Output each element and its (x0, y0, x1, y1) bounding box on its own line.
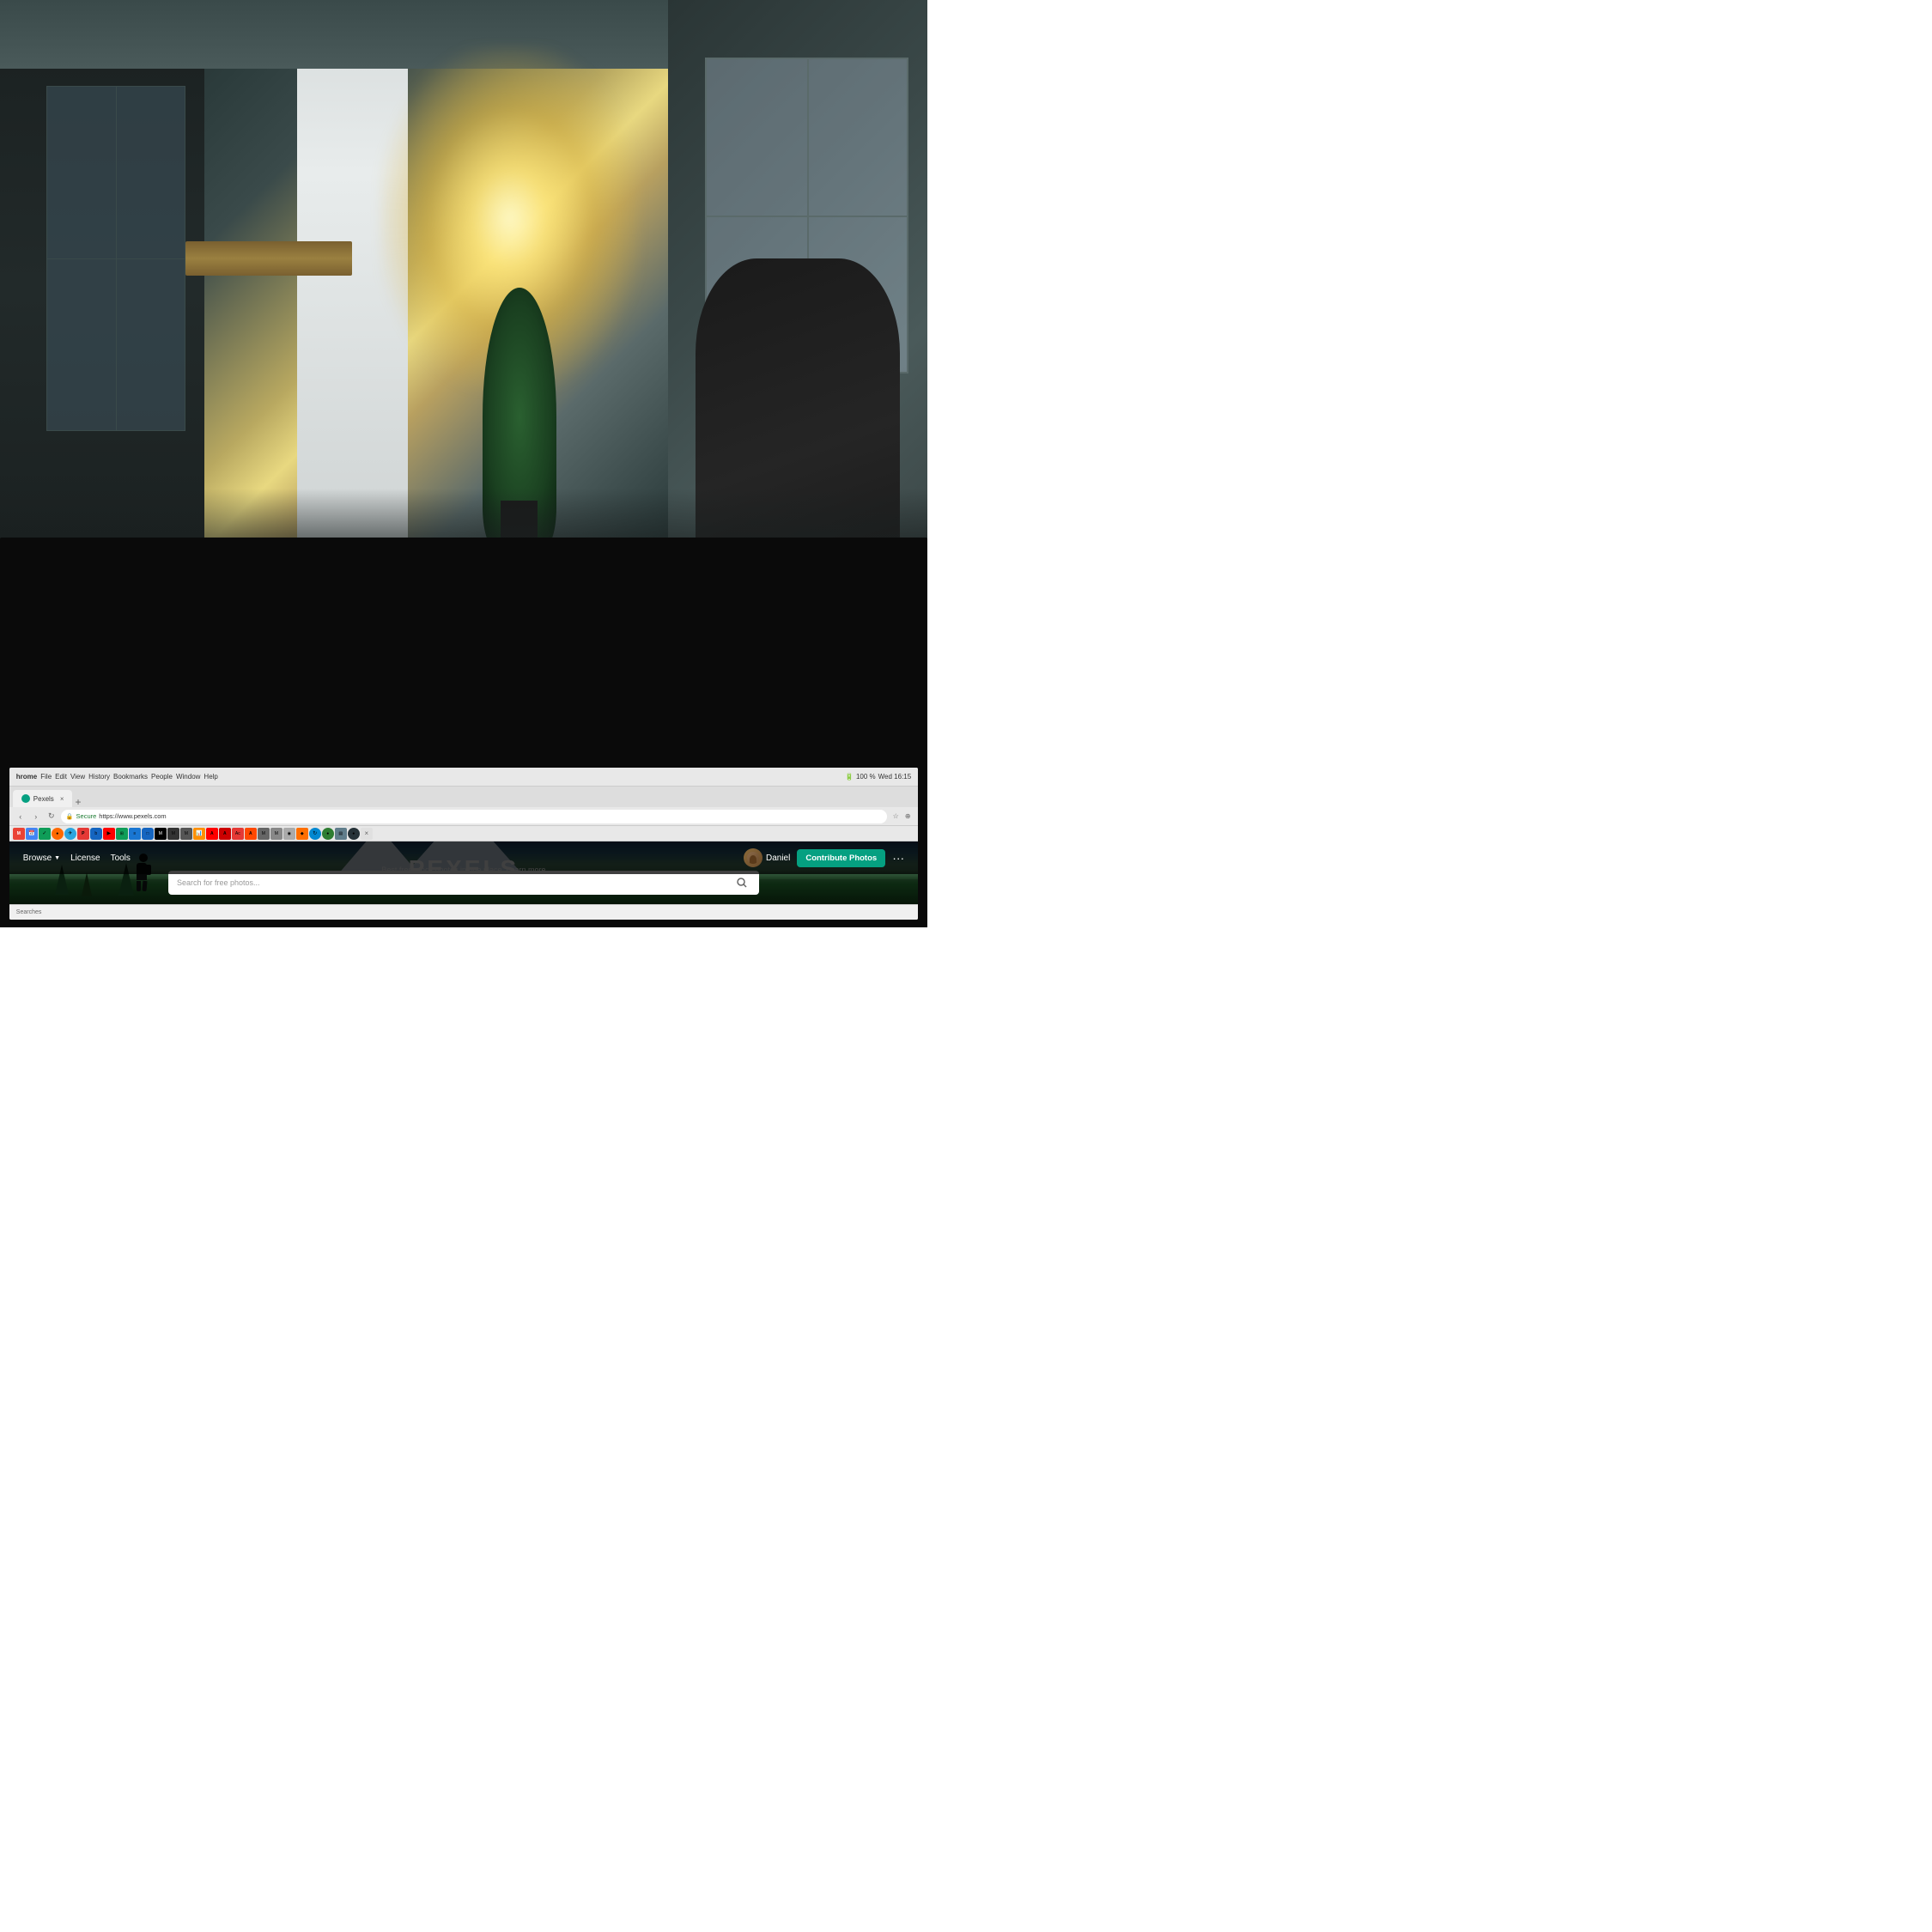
tag-more[interactable]: more → (538, 879, 571, 889)
tag-phone[interactable]: phone (489, 880, 508, 888)
ext-gray2[interactable]: ▤ (335, 828, 347, 840)
ext-close[interactable]: × (361, 828, 373, 840)
os-status-bar: 🔋 100 % Wed 16:15 (845, 773, 911, 781)
background-photo (0, 0, 927, 575)
tag-blur[interactable]: blur (381, 880, 392, 888)
address-input[interactable]: 🔒 Secure https://www.pexels.com (61, 810, 887, 823)
clock: Wed 16:15 (878, 773, 912, 781)
tag-vintage[interactable]: vintage (429, 880, 452, 888)
ext-dark[interactable]: ● (348, 828, 360, 840)
ext-blue-dash[interactable]: ≡ (129, 828, 141, 840)
contribute-photos-button[interactable]: Contribute Photos (797, 849, 885, 867)
pexels-nav-right: Daniel Contribute Photos ··· (744, 848, 904, 867)
tab-close-icon[interactable]: × (60, 795, 64, 803)
menu-people[interactable]: People (151, 773, 173, 781)
menu-window[interactable]: Window (176, 773, 200, 781)
ext-adobe[interactable]: A (206, 828, 218, 840)
menu-bookmarks[interactable]: Bookmarks (113, 773, 148, 781)
browse-button[interactable]: Browse ▼ (23, 854, 60, 863)
url-display: https://www.pexels.com (99, 812, 166, 820)
ext-m3[interactable]: M (180, 828, 192, 840)
ext-pdf[interactable]: P (77, 828, 89, 840)
address-right-icons: ☆ ⊕ (890, 811, 913, 822)
browser-toolbar: M 📅 ✓ ● ✈ P b ▶ ⊞ ≡ □ M M M 📊 A A Ac A M… (9, 826, 918, 841)
bookmark-icon[interactable]: ☆ (890, 811, 901, 822)
tab-bar: Pexels × + (9, 787, 918, 807)
menu-file[interactable]: File (40, 773, 52, 781)
search-button[interactable] (733, 874, 750, 891)
user-profile[interactable]: Daniel (744, 848, 790, 867)
ext-m5[interactable]: M (270, 828, 283, 840)
ext-blue2[interactable]: □ (142, 828, 154, 840)
os-menu-bar: hrome File Edit View History Bookmarks P… (9, 768, 918, 787)
ext-refresh-circle[interactable]: ↻ (309, 828, 321, 840)
monitor-bezel: hrome File Edit View History Bookmarks P… (0, 538, 927, 927)
more-options-button[interactable]: ··· (892, 851, 904, 865)
browse-chevron-icon: ▼ (54, 855, 60, 861)
browser-status-bar: Searches (9, 904, 918, 920)
ext-orange[interactable]: ◆ (296, 828, 308, 840)
search-tags: house blur training vintage meeting phon… (355, 879, 571, 889)
menu-history[interactable]: History (88, 773, 110, 781)
tag-training[interactable]: training (399, 880, 422, 888)
pexels-nav-left: Browse ▼ License Tools (23, 854, 131, 863)
ext-acrobat[interactable]: A (245, 828, 257, 840)
ext-medium4[interactable]: M (258, 828, 270, 840)
ext-green2[interactable]: ● (322, 828, 334, 840)
user-name: Daniel (766, 854, 790, 863)
ext-red-a[interactable]: A (219, 828, 231, 840)
extensions-icon[interactable]: ⊕ (902, 811, 913, 822)
user-avatar (744, 848, 762, 867)
pexels-website: Browse ▼ License Tools (9, 841, 918, 904)
menu-help[interactable]: Help (204, 773, 217, 781)
ext-m2[interactable]: M (167, 828, 179, 840)
ext-circle[interactable]: ● (52, 828, 64, 840)
ext-youtube[interactable]: ▶ (103, 828, 115, 840)
tab-favicon (21, 794, 30, 803)
battery-level: 100 % (856, 773, 876, 781)
ext-medium[interactable]: M (155, 828, 167, 840)
ext-gray[interactable]: ◉ (283, 828, 295, 840)
menu-view[interactable]: View (70, 773, 85, 781)
menu-edit[interactable]: Edit (55, 773, 67, 781)
battery-icon: 🔋 (845, 773, 854, 781)
browser-window: hrome File Edit View History Bookmarks P… (9, 768, 918, 920)
license-button[interactable]: License (70, 854, 100, 863)
secure-label: Secure (76, 812, 97, 820)
tools-button[interactable]: Tools (111, 854, 131, 863)
pexels-nav: Browse ▼ License Tools (9, 841, 918, 874)
ext-todo[interactable]: ✓ (39, 828, 51, 840)
ext-telegram[interactable]: ✈ (64, 828, 76, 840)
forward-button[interactable]: › (30, 811, 42, 823)
back-button[interactable]: ‹ (15, 811, 27, 823)
active-tab[interactable]: Pexels × (13, 790, 73, 807)
ext-green-table[interactable]: ⊞ (116, 828, 128, 840)
os-menu-left: hrome File Edit View History Bookmarks P… (16, 773, 218, 781)
tag-meeting[interactable]: meeting (458, 880, 482, 888)
address-bar: ‹ › ↻ 🔒 Secure https://www.pexels.com ☆ … (9, 807, 918, 826)
tag-wood[interactable]: wood (515, 880, 532, 888)
refresh-button[interactable]: ↻ (46, 811, 58, 823)
ext-bar-chart[interactable]: 📊 (193, 828, 205, 840)
app-name: hrome (16, 773, 37, 781)
new-tab-button[interactable]: + (75, 797, 81, 807)
ext-calendar[interactable]: 📅 (26, 828, 38, 840)
ext-blue1[interactable]: b (90, 828, 102, 840)
status-text: Searches (16, 909, 42, 915)
secure-icon: 🔒 (66, 813, 74, 820)
tag-house[interactable]: house (355, 880, 374, 888)
ext-pdf2[interactable]: Ac (232, 828, 244, 840)
gmail-icon[interactable]: M (13, 828, 25, 840)
tab-title: Pexels (33, 795, 54, 803)
